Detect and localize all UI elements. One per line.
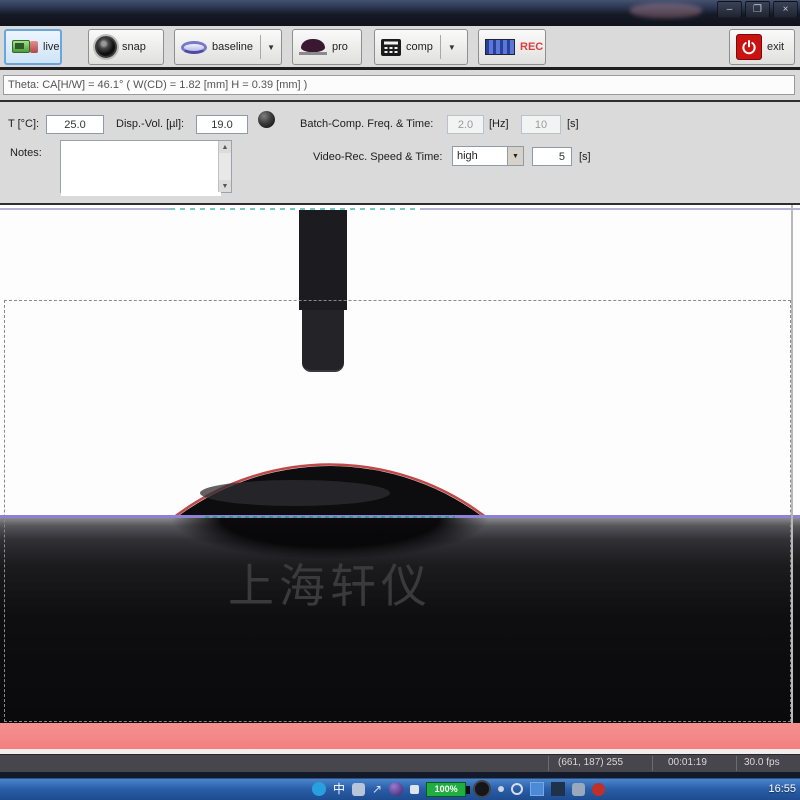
exit-button[interactable]: exit xyxy=(729,29,795,65)
scroll-down-icon[interactable]: ▼ xyxy=(219,180,231,192)
system-tray: 中 ↗ 100% 16:55 xyxy=(312,780,796,798)
drop-outline-icon xyxy=(181,41,207,54)
messenger-tray-icon[interactable] xyxy=(312,782,326,796)
viewport-right-edge xyxy=(791,205,793,754)
tray-icon[interactable] xyxy=(352,783,365,796)
baseline-button[interactable]: baseline ▼ xyxy=(174,29,282,65)
tray-icon[interactable] xyxy=(572,783,585,796)
camera-tray-icon[interactable] xyxy=(473,780,491,798)
network-arrow-icon[interactable]: ↗ xyxy=(372,782,382,796)
taskbar-clock[interactable]: 16:55 xyxy=(768,783,796,795)
windows-taskbar[interactable]: 中 ↗ 100% 16:55 xyxy=(0,772,800,800)
globe-tray-icon[interactable] xyxy=(389,782,403,796)
overlay-dashed-line xyxy=(170,208,420,210)
status-divider xyxy=(548,756,549,771)
batch-frequency-input[interactable] xyxy=(447,115,484,134)
video-time-unit: [s] xyxy=(579,151,591,163)
main-toolbar: live snap baseline ▼ pro xyxy=(0,26,800,70)
video-camera-icon xyxy=(12,39,38,55)
drop-shape-analyzer-app: – ❐ × live snap baseline ▼ pro xyxy=(0,0,800,800)
window-tray-icon[interactable] xyxy=(530,782,544,796)
batch-time-input[interactable] xyxy=(521,115,561,134)
parameter-panel: T [°C]: Disp.-Vol. [µl]: Batch-Comp. Fre… xyxy=(0,102,800,205)
tray-icon[interactable] xyxy=(410,785,419,794)
framerate-readout: 30.0 fps xyxy=(744,757,780,768)
pro-button[interactable]: pro xyxy=(292,29,362,65)
tray-icon[interactable] xyxy=(498,786,504,792)
ime-language-icon[interactable]: 中 xyxy=(333,783,345,795)
temperature-input[interactable] xyxy=(46,115,104,134)
maximize-button[interactable]: ❐ xyxy=(745,1,770,18)
snap-button[interactable]: snap xyxy=(88,29,164,65)
pixel-info-readout: (661, 187) 255 xyxy=(558,757,623,768)
tray-icon[interactable] xyxy=(551,782,565,796)
scroll-up-icon[interactable]: ▲ xyxy=(219,141,231,153)
close-button[interactable]: × xyxy=(773,1,798,18)
video-rec-label: Video-Rec. Speed & Time: xyxy=(313,151,442,163)
batch-frequency-unit: [Hz] xyxy=(489,118,509,130)
notes-scrollbar[interactable]: ▲ ▼ xyxy=(218,141,231,192)
temperature-label: T [°C]: xyxy=(8,118,39,130)
dosing-needle xyxy=(299,210,347,310)
tray-icon[interactable] xyxy=(592,783,605,796)
chevron-down-icon[interactable]: ▼ xyxy=(267,43,275,52)
pro-button-label: pro xyxy=(332,41,348,53)
status-led-indicator xyxy=(258,111,275,128)
live-button-label: live xyxy=(43,41,60,53)
roi-selection-rectangle[interactable] xyxy=(4,300,791,722)
snap-button-label: snap xyxy=(122,41,146,53)
comp-button-label: comp xyxy=(406,41,433,53)
measurement-result-field: Theta: CA[H/W] = 46.1° ( W(CD) = 1.82 [m… xyxy=(3,75,795,95)
notes-field: ▲ ▼ xyxy=(60,140,232,193)
drop-filled-icon xyxy=(299,38,327,56)
batch-time-unit: [s] xyxy=(567,118,579,130)
window-titlebar: – ❐ × xyxy=(0,0,800,26)
elapsed-time-readout: 00:01:19 xyxy=(668,757,707,768)
power-icon xyxy=(736,34,762,60)
minimize-button[interactable]: – xyxy=(717,1,742,18)
chevron-down-icon[interactable]: ▼ xyxy=(448,43,456,52)
notes-label: Notes: xyxy=(10,147,42,159)
calibration-pink-bar xyxy=(0,723,800,749)
chevron-down-icon[interactable]: ▼ xyxy=(507,147,523,165)
dispense-volume-label: Disp.-Vol. [µl]: xyxy=(116,118,184,130)
exit-button-label: exit xyxy=(767,41,784,53)
status-divider xyxy=(652,756,653,771)
calculator-icon xyxy=(381,39,401,56)
batch-comp-label: Batch-Comp. Freq. & Time: xyxy=(300,118,433,130)
filmstrip-icon xyxy=(485,39,515,55)
camera-lens-icon xyxy=(95,36,117,58)
baseline-button-label: baseline xyxy=(212,41,253,53)
button-divider xyxy=(440,35,441,59)
app-status-bar: (661, 187) 255 00:01:19 30.0 fps xyxy=(0,754,800,772)
window-controls: – ❐ × xyxy=(717,1,798,18)
camera-viewport[interactable]: 上海轩仪 xyxy=(0,205,800,754)
status-divider xyxy=(736,756,737,771)
background-window-artifact xyxy=(630,3,702,18)
overlay-line-right xyxy=(420,208,800,210)
record-button-label: REC xyxy=(520,41,543,53)
search-tray-icon[interactable] xyxy=(511,783,523,795)
dispense-volume-input[interactable] xyxy=(196,115,248,134)
video-speed-dropdown[interactable]: high ▼ xyxy=(452,146,524,166)
live-button[interactable]: live xyxy=(4,29,62,65)
record-button[interactable]: REC xyxy=(478,29,546,65)
notes-input[interactable] xyxy=(61,141,221,196)
comp-button[interactable]: comp ▼ xyxy=(374,29,468,65)
overlay-line-left xyxy=(0,208,170,210)
battery-level-indicator[interactable]: 100% xyxy=(426,782,466,797)
result-bar: Theta: CA[H/W] = 46.1° ( W(CD) = 1.82 [m… xyxy=(0,70,800,102)
video-speed-value: high xyxy=(457,150,478,162)
video-time-input[interactable] xyxy=(532,147,572,166)
